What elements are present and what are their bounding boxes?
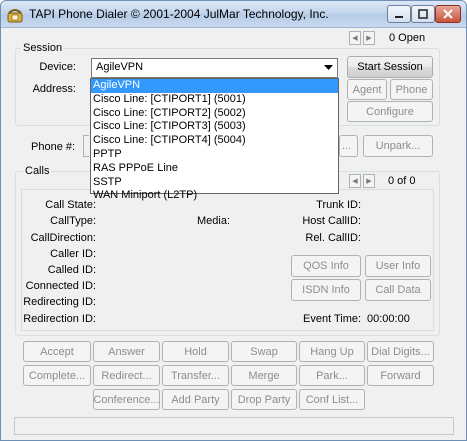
window-title: TAPI Phone Dialer © 2001-2004 JulMar Tec… (29, 7, 329, 21)
device-option-2[interactable]: Cisco Line: [CTIPORT2] (5002) (91, 107, 338, 121)
unpark-button[interactable]: Unpark... (363, 135, 433, 157)
device-dropdown-list[interactable]: AgileVPN Cisco Line: [CTIPORT1] (5001) C… (90, 78, 339, 201)
phone-button[interactable]: Phone (390, 79, 433, 100)
phone-number-label: Phone #: (31, 141, 76, 153)
called-id-label: Called ID: (47, 264, 96, 276)
park-button[interactable]: ... (339, 135, 358, 157)
close-icon (443, 9, 453, 19)
media-label: Media: (197, 215, 231, 227)
call-prev-button[interactable]: ◀ (349, 174, 361, 188)
session-prev-button[interactable]: ◀ (349, 31, 361, 45)
open-session-count: 0 Open (389, 32, 426, 44)
redirection-id-label: Redirection ID: (23, 313, 96, 325)
address-label: Address: (32, 83, 76, 95)
conf-list-button[interactable]: Conf List... (299, 389, 365, 410)
device-option-6[interactable]: RAS PPPoE Line (91, 162, 338, 176)
park-action-button[interactable]: Park... (299, 365, 365, 386)
maximize-icon (418, 9, 428, 19)
close-button[interactable] (435, 5, 461, 23)
host-callid-label: Host CallID: (302, 215, 361, 227)
device-option-1[interactable]: Cisco Line: [CTIPORT1] (5001) (91, 93, 338, 107)
phone-number-input[interactable] (83, 135, 89, 157)
redirecting-id-label: Redirecting ID: (23, 296, 96, 308)
device-select[interactable]: AgileVPN (91, 58, 338, 78)
answer-button[interactable]: Answer (93, 341, 160, 362)
call-count: 0 of 0 (388, 175, 416, 187)
transfer-button[interactable]: Transfer... (162, 365, 229, 386)
status-bar (14, 417, 454, 435)
forward-button[interactable]: Forward (367, 365, 434, 386)
hang-up-button[interactable]: Hang Up (299, 341, 365, 362)
accept-button[interactable]: Accept (23, 341, 91, 362)
connected-id-label: Connected ID: (25, 280, 96, 292)
device-option-0[interactable]: AgileVPN (91, 79, 338, 93)
merge-button[interactable]: Merge (231, 365, 297, 386)
isdn-info-button[interactable]: ISDN Info (291, 279, 361, 301)
minimize-button[interactable] (387, 5, 411, 23)
qos-info-button[interactable]: QOS Info (291, 255, 361, 277)
start-session-button[interactable]: Start Session (347, 56, 433, 78)
rel-callid-label: Rel. CallID: (305, 232, 361, 244)
title-bar[interactable]: TAPI Phone Dialer © 2001-2004 JulMar Tec… (1, 1, 466, 28)
device-option-8[interactable]: WAN Miniport (L2TP) (91, 189, 338, 203)
call-data-button[interactable]: Call Data (365, 279, 431, 301)
device-option-7[interactable]: SSTP (91, 176, 338, 190)
session-group-title: Session (21, 42, 65, 54)
hold-button[interactable]: Hold (162, 341, 229, 362)
conference-button[interactable]: Conference... (93, 389, 160, 410)
user-info-button[interactable]: User Info (365, 255, 431, 277)
main-window: TAPI Phone Dialer © 2001-2004 JulMar Tec… (0, 0, 467, 441)
agent-button[interactable]: Agent (347, 79, 387, 100)
device-label: Device: (39, 61, 76, 73)
minimize-icon (395, 16, 403, 18)
call-next-button[interactable]: ▶ (363, 174, 375, 188)
dial-digits-button[interactable]: Dial Digits... (367, 341, 434, 362)
redirect-button[interactable]: Redirect... (93, 365, 160, 386)
event-time-value: 00:00:00 (367, 313, 410, 325)
call-direction-label: CallDirection: (30, 232, 96, 244)
device-option-3[interactable]: Cisco Line: [CTIPORT3] (5003) (91, 120, 338, 134)
session-next-button[interactable]: ▶ (363, 31, 375, 45)
maximize-button[interactable] (411, 5, 435, 23)
phone-app-icon (7, 7, 23, 23)
add-party-button[interactable]: Add Party (162, 389, 229, 410)
call-type-label: CallType: (50, 215, 96, 227)
device-option-4[interactable]: Cisco Line: [CTIPORT4] (5004) (91, 134, 338, 148)
configure-button[interactable]: Configure (347, 101, 433, 122)
chevron-down-icon[interactable] (321, 61, 335, 75)
device-option-5[interactable]: PPTP (91, 148, 338, 162)
event-time-label: Event Time: (303, 313, 362, 325)
drop-party-button[interactable]: Drop Party (231, 389, 297, 410)
calls-group-title: Calls (23, 165, 52, 177)
call-state-label: Call State: (45, 199, 96, 211)
device-select-value: AgileVPN (96, 61, 144, 73)
complete-button[interactable]: Complete... (23, 365, 91, 386)
swap-button[interactable]: Swap (231, 341, 297, 362)
caller-id-label: Caller ID: (50, 248, 96, 260)
